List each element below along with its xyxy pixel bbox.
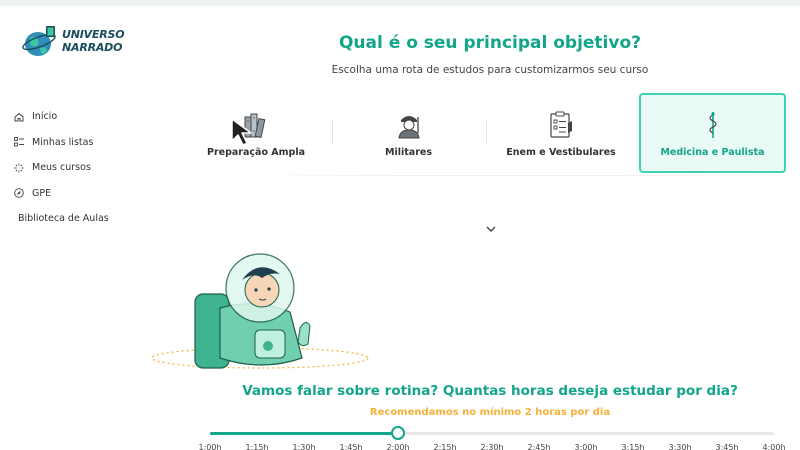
option-label: Medicina e Paulista [660,147,765,158]
slider-tick-label: 1:45h [339,443,363,450]
sidebar: Início Minhas listas Meus cursos GPE Bib… [14,104,154,232]
slider-tick-label: 1:00h [198,443,222,450]
slider-tick-label: 2:00h [386,443,410,450]
slider-fill [210,432,398,435]
sidebar-item-label: Início [32,111,58,123]
sidebar-item-label: Minhas listas [32,136,94,148]
slider-tick-label: 2:15h [433,443,457,450]
sidebar-item-biblioteca[interactable]: Biblioteca de Aulas [14,206,154,232]
slider-tick-label: 2:45h [527,443,551,450]
compass-icon [14,188,24,199]
sidebar-item-meus-cursos[interactable]: Meus cursos [14,155,154,181]
sidebar-item-label: GPE [32,187,52,199]
hours-slider[interactable] [210,426,774,441]
options-separator [246,175,766,176]
option-label: Militares [385,147,432,158]
slider-tick-label: 1:30h [292,443,316,450]
slider-tick-label: 4:00h [762,443,786,450]
slider-ticks: 1:00h 1:15h 1:30h 1:45h 2:00h 2:15h 2:30h 2:45h… [0,443,800,450]
routine-title: Vamos falar sobre rotina? Quantas horas … [242,383,738,399]
caduceus-icon [705,109,721,139]
list-icon [14,137,24,147]
sidebar-item-inicio[interactable]: Início [14,104,154,130]
sidebar-item-label: Meus cursos [32,162,91,174]
slider-tick-label: 3:15h [621,443,645,450]
slider-thumb[interactable] [391,426,405,440]
top-strip [0,0,800,6]
astronaut-illustration [150,250,390,378]
slider-tick-label: 2:30h [480,443,504,450]
option-militares[interactable]: Militares [336,93,481,173]
home-icon [14,112,24,122]
objective-title: Qual é o seu principal objetivo? [338,33,642,53]
option-medicina-paulista[interactable]: Medicina e Paulista [639,93,786,173]
soldier-icon [396,109,422,139]
chevron-down-icon[interactable] [484,219,498,238]
checklist-icon [549,109,573,139]
option-label: Enem e Vestibulares [506,147,616,158]
brand-name: Universo Narrado [62,28,125,54]
slider-tick-label: 3:00h [574,443,598,450]
slider-tick-label: 3:30h [668,443,692,450]
option-enem-vestibulares[interactable]: Enem e Vestibulares [486,93,636,173]
objective-subtitle: Escolha uma rota de estudos para customi… [331,64,649,76]
sidebar-item-minhas-listas[interactable]: Minhas listas [14,130,154,156]
loader-icon [14,163,24,173]
sidebar-item-gpe[interactable]: GPE [14,181,154,207]
sidebar-item-label: Biblioteca de Aulas [18,213,109,225]
option-divider [332,121,333,143]
globe-logo-icon [22,26,56,56]
brand-logo[interactable]: Universo Narrado [22,24,125,58]
slider-tick-label: 3:45h [715,443,739,450]
objective-options: Preparação Ampla Militares Enem e Vestib… [186,93,786,176]
mouse-cursor-icon [230,117,260,151]
slider-tick-label: 1:15h [245,443,269,450]
routine-recommendation: Recomendamos no mínimo 2 horas por dia [369,407,611,418]
